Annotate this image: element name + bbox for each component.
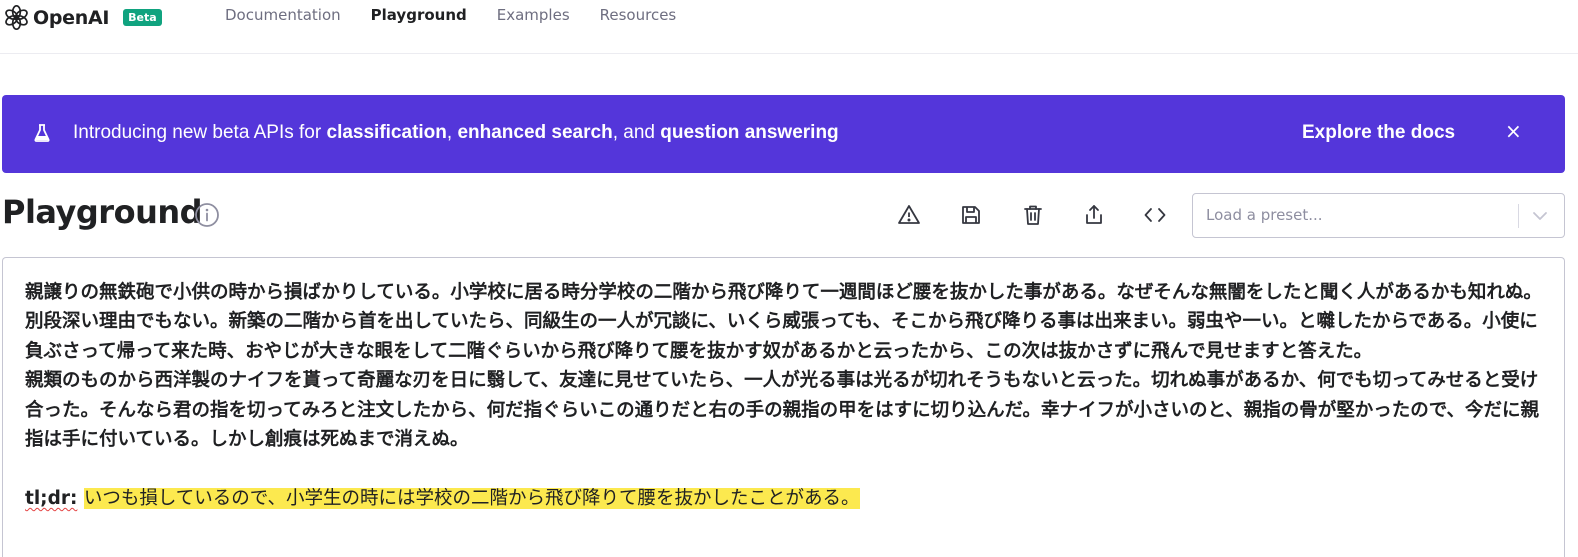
banner-separator: , and: [612, 122, 661, 143]
nav-link-resources[interactable]: Resources: [600, 6, 677, 24]
banner-bold-search: enhanced search: [457, 122, 613, 143]
chevron-down-icon[interactable]: [1529, 205, 1551, 231]
prompt-text[interactable]: 親譲りの無鉄砲で小供の時から損ばかりしている。小学校に居る時分学校の二階から飛び…: [25, 278, 1545, 513]
nav-link-examples[interactable]: Examples: [497, 6, 570, 24]
nav-link-playground[interactable]: Playground: [371, 6, 467, 24]
completion-highlight: いつも損しているので、小学生の時には学校の二階から飛び降りて腰を抜かしたことがあ…: [83, 487, 860, 509]
announcement-banner: Introducing new beta APIs for classifica…: [2, 95, 1565, 173]
prompt-editor[interactable]: 親譲りの無鉄砲で小供の時から損ばかりしている。小学校に居る時分学校の二階から飛び…: [2, 257, 1565, 557]
warning-icon[interactable]: [897, 203, 921, 227]
info-icon[interactable]: [194, 202, 220, 232]
prompt-paragraph-2: 親類のものから西洋製のナイフを貰って奇麗な刃を日に翳して、友達に見せていたら、一…: [25, 370, 1540, 451]
tldr-line: tl;dr: いつも損しているので、小学生の時には学校の二階から飛び降りて腰を抜…: [25, 484, 1545, 513]
banner-text-prefix: Introducing new beta APIs for: [73, 122, 327, 143]
explore-docs-link[interactable]: Explore the docs: [1302, 122, 1455, 144]
preset-placeholder: Load a preset...: [1206, 206, 1323, 224]
nav-link-documentation[interactable]: Documentation: [225, 6, 341, 24]
top-nav: OpenAI Beta Documentation Playground Exa…: [0, 0, 1578, 54]
page-title: Playground: [2, 193, 203, 231]
banner-separator: ,: [446, 122, 458, 143]
banner-text: Introducing new beta APIs for classifica…: [73, 122, 839, 144]
share-icon[interactable]: [1082, 203, 1106, 227]
beta-badge: Beta: [123, 9, 162, 26]
flask-icon: [34, 124, 50, 146]
close-icon[interactable]: ×: [1505, 119, 1522, 143]
openai-logo[interactable]: OpenAI Beta: [3, 4, 162, 31]
trash-icon[interactable]: [1021, 203, 1045, 227]
nav-links: Documentation Playground Examples Resour…: [225, 6, 706, 24]
save-icon[interactable]: [959, 203, 983, 227]
brand-name: OpenAI: [33, 6, 110, 29]
preset-divider: [1518, 204, 1519, 228]
preset-select[interactable]: Load a preset...: [1192, 193, 1565, 238]
banner-bold-classification: classification: [326, 122, 447, 143]
openai-logo-icon: [5, 4, 28, 31]
code-icon[interactable]: [1143, 203, 1167, 227]
prompt-paragraph-1: 親譲りの無鉄砲で小供の時から損ばかりしている。小学校に居る時分学校の二階から飛び…: [25, 282, 1542, 362]
tldr-label: tl;dr:: [25, 487, 78, 509]
banner-bold-qa: question answering: [660, 122, 839, 143]
